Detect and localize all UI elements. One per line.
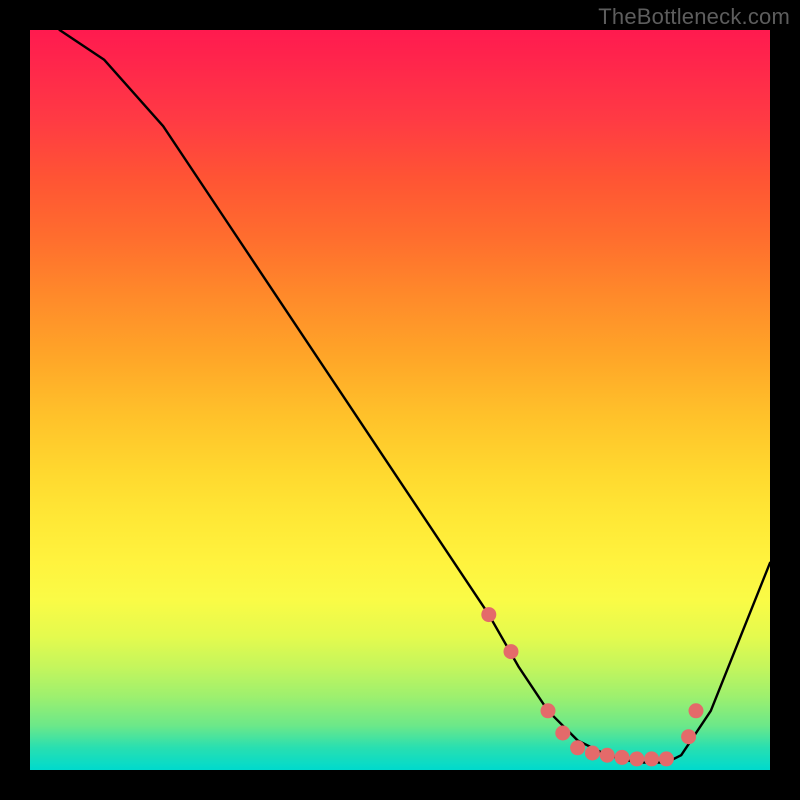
- watermark-text: TheBottleneck.com: [598, 4, 790, 30]
- curve-marker: [541, 703, 556, 718]
- curve-marker: [644, 751, 659, 766]
- curve-marker: [504, 644, 519, 659]
- curve-marker: [689, 703, 704, 718]
- curve-marker: [570, 740, 585, 755]
- curve-marker: [555, 726, 570, 741]
- chart-plot-area: [30, 30, 770, 770]
- curve-marker: [481, 607, 496, 622]
- curve-marker: [600, 748, 615, 763]
- curve-marker: [585, 746, 600, 761]
- curve-marker: [615, 750, 630, 765]
- curve-marker: [659, 751, 674, 766]
- chart-svg: [30, 30, 770, 770]
- curve-marker: [629, 751, 644, 766]
- bottleneck-curve-line: [60, 30, 770, 763]
- curve-marker: [681, 729, 696, 744]
- marker-group: [481, 607, 703, 766]
